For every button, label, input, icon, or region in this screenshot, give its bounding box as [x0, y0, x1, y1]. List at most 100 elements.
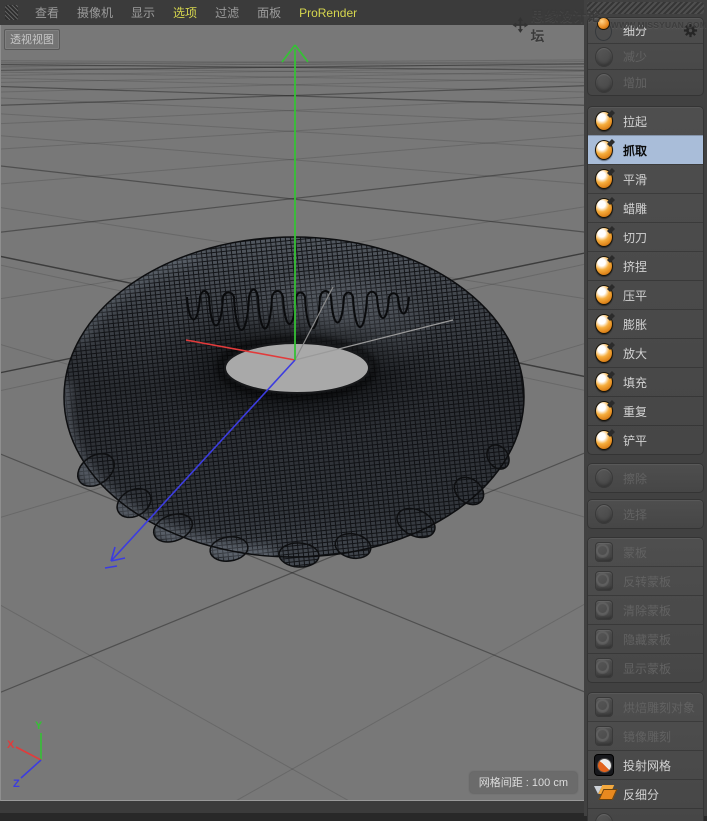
- view-orientation-gizmo: Y X Z: [7, 720, 43, 790]
- menu-item-5[interactable]: 面板: [248, 0, 290, 25]
- tool-invert-mask: 反转蒙板: [588, 566, 703, 595]
- tool-label: 选择: [623, 506, 647, 523]
- tool-label: 减少: [623, 48, 647, 65]
- tool-label: 放大: [623, 345, 647, 362]
- wax-icon: [592, 197, 616, 219]
- app-window: 查看摄像机显示选项过滤面板ProRender Y X Z 透视视图 网格间距 : 1…: [0, 0, 707, 821]
- inflate-icon: [592, 313, 616, 335]
- tool-label: 压平: [623, 287, 647, 304]
- tool-amplify[interactable]: 放大: [588, 338, 703, 367]
- tool-erase: 擦除: [588, 464, 703, 492]
- pull-icon: [592, 110, 616, 132]
- perspective-viewport[interactable]: Y X Z 透视视图 网格间距 : 100 cm: [0, 25, 584, 801]
- bake-sculpt-object-icon: [592, 696, 616, 718]
- repeat-icon: [592, 400, 616, 422]
- tool-label: 显示蒙板: [623, 660, 671, 677]
- tool-bake-sculpt-object: 烘焙雕刻对象: [588, 693, 703, 721]
- tool-label: 细分: [623, 22, 647, 39]
- tool-scrape[interactable]: 铲平: [588, 425, 703, 454]
- increase-icon: [592, 72, 616, 94]
- view-label: 透视视图: [4, 29, 60, 50]
- tool-label: 反细分: [623, 786, 659, 803]
- tool-select: 选择: [588, 500, 703, 528]
- tool-label: 擦除: [623, 470, 647, 487]
- gizmo-y-label: Y: [35, 720, 43, 732]
- tool-settings-gear-icon[interactable]: [683, 23, 698, 38]
- tool-inflate[interactable]: 膨胀: [588, 309, 703, 338]
- tool-label: 隐藏蒙板: [623, 631, 671, 648]
- tool-label: 拉起: [623, 113, 647, 130]
- tool-knife[interactable]: 切刀: [588, 222, 703, 251]
- tool-project-mesh[interactable]: 投射网格: [588, 750, 703, 779]
- sculpt-tool-palette: 细分减少增加拉起抓取平滑蜡雕切刀挤捏压平膨胀放大填充重复铲平擦除选择蒙板反转蒙板…: [584, 0, 707, 816]
- tool-mask: 蒙板: [588, 538, 703, 566]
- fill-icon: [592, 371, 616, 393]
- menu-item-0[interactable]: 查看: [26, 0, 68, 25]
- gizmo-x-label: X: [7, 739, 15, 751]
- tool-label: 烘焙雕刻对象: [623, 699, 695, 716]
- menu-item-6[interactable]: ProRender: [290, 2, 366, 24]
- subdivide-icon: [592, 20, 616, 42]
- tool-label: 铲平: [623, 432, 647, 449]
- decrease-icon: [592, 46, 616, 68]
- invert-mask-icon: [592, 570, 616, 592]
- viewport-menu-bar: 查看摄像机显示选项过滤面板ProRender: [0, 0, 584, 26]
- tool-label: 增加: [623, 74, 647, 91]
- tool-hide-mask: 隐藏蒙板: [588, 624, 703, 653]
- menu-item-1[interactable]: 摄像机: [68, 0, 122, 25]
- tool-label: 抓取: [623, 142, 647, 159]
- clear-mask-icon: [592, 599, 616, 621]
- tool-fill[interactable]: 填充: [588, 367, 703, 396]
- mirror-sculpt-icon: [592, 725, 616, 747]
- tool-repeat[interactable]: 重复: [588, 396, 703, 425]
- tool-show-mask: 显示蒙板: [588, 653, 703, 682]
- tool-decrease: 减少: [588, 43, 703, 69]
- tool-group-4: 蒙板反转蒙板清除蒙板隐藏蒙板显示蒙板: [587, 537, 704, 683]
- grab-icon: [592, 139, 616, 161]
- clipped-tool-icon: [592, 812, 616, 821]
- menu-item-4[interactable]: 过滤: [206, 0, 248, 25]
- tool-label: 反转蒙板: [623, 573, 671, 590]
- tool-clipped-tool: [588, 808, 703, 821]
- hide-mask-icon: [592, 628, 616, 650]
- amplify-icon: [592, 342, 616, 364]
- tool-label: 平滑: [623, 171, 647, 188]
- tool-group-5: 烘焙雕刻对象镜像雕刻投射网格反细分: [587, 692, 704, 821]
- tool-label: 切刀: [623, 229, 647, 246]
- select-icon: [592, 503, 616, 525]
- palette-drag-handle[interactable]: [587, 2, 704, 14]
- tool-flatten[interactable]: 压平: [588, 280, 703, 309]
- tool-pull[interactable]: 拉起: [588, 107, 703, 135]
- project-mesh-icon: [592, 754, 616, 776]
- tool-group-2: 擦除: [587, 463, 704, 493]
- tool-label: 清除蒙板: [623, 602, 671, 619]
- tool-grab[interactable]: 抓取: [588, 135, 703, 164]
- flatten-icon: [592, 284, 616, 306]
- tool-label: 挤捏: [623, 258, 647, 275]
- pinch-icon: [592, 255, 616, 277]
- show-mask-icon: [592, 657, 616, 679]
- tool-label: 膨胀: [623, 316, 647, 333]
- gizmo-z-label: Z: [13, 778, 20, 790]
- menu-grip-icon[interactable]: [5, 5, 18, 20]
- tool-mirror-sculpt: 镜像雕刻: [588, 721, 703, 750]
- tool-label: 镜像雕刻: [623, 728, 671, 745]
- grid-spacing-label: 网格间距 : 100 cm: [470, 772, 577, 793]
- erase-icon: [592, 467, 616, 489]
- viewport-bottom-strip: [0, 801, 584, 813]
- tool-label: 重复: [623, 403, 647, 420]
- tool-subdivide[interactable]: 细分: [588, 18, 703, 43]
- tool-desubdivide[interactable]: 反细分: [588, 779, 703, 808]
- tool-label: 投射网格: [623, 757, 671, 774]
- tool-wax[interactable]: 蜡雕: [588, 193, 703, 222]
- tool-label: 蜡雕: [623, 200, 647, 217]
- mask-icon: [592, 541, 616, 563]
- menu-item-3[interactable]: 选项: [164, 0, 206, 25]
- tool-pinch[interactable]: 挤捏: [588, 251, 703, 280]
- tool-group-1: 拉起抓取平滑蜡雕切刀挤捏压平膨胀放大填充重复铲平: [587, 106, 704, 455]
- menu-item-2[interactable]: 显示: [122, 0, 164, 25]
- tool-label: 填充: [623, 374, 647, 391]
- tool-smooth[interactable]: 平滑: [588, 164, 703, 193]
- 3d-scene[interactable]: Y X Z: [1, 25, 584, 801]
- tool-increase: 增加: [588, 69, 703, 95]
